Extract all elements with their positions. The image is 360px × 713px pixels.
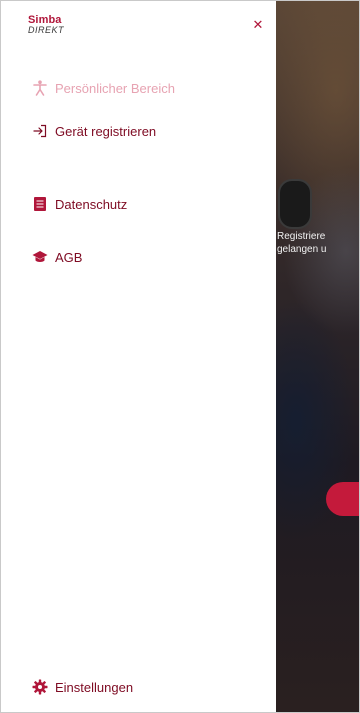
close-drawer-button[interactable]: ✕ bbox=[250, 17, 266, 33]
menu-item-label: Einstellungen bbox=[55, 679, 134, 695]
background-text-line2: gelangen u bbox=[277, 244, 327, 255]
person-icon bbox=[32, 80, 48, 96]
menu-item-label: Datenschutz bbox=[55, 196, 128, 212]
camera-image bbox=[278, 179, 312, 229]
menu-item-label: Persönlicher Bereich bbox=[55, 80, 175, 96]
menu-item-label: AGB bbox=[55, 249, 83, 265]
side-drawer: Simba DIREKT ✕ Persönlicher Bereich Gerä… bbox=[1, 1, 276, 712]
graduation-cap-icon bbox=[32, 249, 48, 265]
close-icon: ✕ bbox=[252, 17, 264, 32]
menu-item-label: Gerät registrieren bbox=[55, 123, 157, 139]
menu-item-terms[interactable]: AGB bbox=[32, 246, 82, 268]
screen: V Registriere gelangen u Simba DIREKT ✕ bbox=[0, 0, 360, 713]
background-text-line1: Registriere bbox=[277, 231, 326, 242]
background-primary-button[interactable] bbox=[326, 482, 359, 516]
menu-item-personal-area[interactable]: Persönlicher Bereich bbox=[32, 77, 175, 99]
logo-direkt-text: DIREKT bbox=[28, 25, 65, 35]
gear-icon bbox=[32, 679, 48, 695]
document-icon bbox=[32, 196, 48, 212]
menu-item-privacy[interactable]: Datenschutz bbox=[32, 193, 127, 215]
simba-direkt-logo: Simba DIREKT bbox=[28, 14, 65, 36]
login-icon bbox=[32, 123, 48, 139]
menu-item-register-device[interactable]: Gerät registrieren bbox=[32, 120, 156, 142]
menu-item-settings[interactable]: Einstellungen bbox=[32, 676, 133, 698]
background-text: Registriere gelangen u bbox=[277, 230, 327, 256]
logo-simba-text: Simba bbox=[28, 14, 62, 26]
background-view: V Registriere gelangen u bbox=[276, 1, 359, 712]
